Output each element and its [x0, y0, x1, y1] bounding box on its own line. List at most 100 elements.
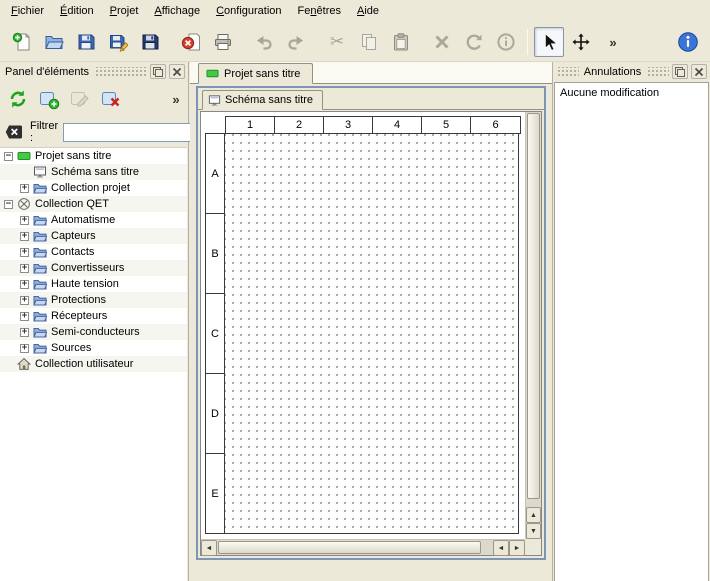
tree-expander-minus[interactable]: − [4, 200, 13, 209]
tab-diagram[interactable]: Schéma sans titre [202, 90, 323, 110]
tree-expander-plus[interactable]: + [20, 264, 29, 273]
close-icon [693, 66, 705, 78]
tree-item-label: Protections [51, 294, 106, 306]
tree-expander-plus[interactable]: + [20, 232, 29, 241]
tree-item[interactable]: +Convertisseurs [0, 260, 187, 276]
tree-item[interactable]: +Contacts [0, 244, 187, 260]
float-icon [152, 66, 164, 78]
menu-item-configuration[interactable]: Configuration [208, 2, 289, 21]
new-element-icon [38, 88, 60, 110]
close-button[interactable] [691, 64, 707, 79]
tree-item[interactable]: +Capteurs [0, 228, 187, 244]
tree-expander-minus[interactable]: − [4, 152, 13, 161]
diagram-grid[interactable] [224, 133, 519, 534]
delete-element-button[interactable] [97, 85, 125, 113]
folder-icon [33, 261, 47, 275]
tree-expander-plus[interactable]: + [20, 184, 29, 193]
scroll-left-button-2[interactable]: ◄ [493, 540, 509, 556]
diagram-view[interactable]: 123456 ABCDE ▲ ▼ ◄ ◄ ► [200, 111, 542, 556]
undo-dock-titlebar[interactable]: Annulations [553, 62, 710, 81]
column-label: 5 [422, 117, 471, 133]
menu-item-aide[interactable]: Aide [349, 2, 387, 21]
edit-element-icon [69, 88, 91, 110]
float-button[interactable] [150, 64, 166, 79]
tree-item[interactable]: + Sources [0, 340, 187, 356]
panel-extension-button[interactable]: » [168, 85, 184, 113]
menu-item-fenetres[interactable]: Fenêtres [290, 2, 349, 21]
tree-item[interactable]: +Semi-conducteurs [0, 324, 187, 340]
vertical-scrollbar[interactable]: ▲ ▼ [525, 112, 541, 539]
column-label: 1 [226, 117, 275, 133]
tree-item[interactable]: Schéma sans titre [0, 164, 187, 180]
tab-diagram-label: Schéma sans titre [225, 94, 313, 106]
menu-item-edition[interactable]: Édition [52, 2, 102, 21]
diagram-window: Schéma sans titre 123456 ABCDE ▲ ▼ ◄ ◄ ► [196, 86, 546, 560]
pan-mode-button[interactable] [566, 27, 596, 57]
undo-button[interactable] [249, 27, 279, 57]
tree-item[interactable]: −Projet sans titre [0, 148, 187, 164]
redo-button[interactable] [281, 27, 311, 57]
reload-collections-button[interactable] [4, 85, 32, 113]
tree-expander-plus[interactable]: + [20, 216, 29, 225]
tree-expander-plus[interactable]: + [20, 344, 29, 353]
tree-item[interactable]: Collection utilisateur [0, 356, 187, 372]
scroll-left-button[interactable]: ◄ [201, 540, 217, 556]
tree-item[interactable]: − Collection QET [0, 196, 187, 212]
close-file-button[interactable] [176, 27, 206, 57]
paste-button[interactable] [386, 27, 416, 57]
close-button[interactable] [169, 64, 185, 79]
horizontal-scrollbar[interactable]: ◄ ◄ ► [201, 539, 525, 555]
tree-expander-plus[interactable]: + [20, 296, 29, 305]
delete-button[interactable] [427, 27, 457, 57]
menu-item-projet[interactable]: Projet [102, 2, 147, 21]
clear-filter-button[interactable] [5, 122, 25, 142]
new-element-button[interactable] [35, 85, 63, 113]
folder-icon [33, 213, 47, 227]
save-all-button[interactable] [135, 27, 165, 57]
tree-item[interactable]: +Automatisme [0, 212, 187, 228]
rotate-button[interactable] [459, 27, 489, 57]
vertical-scroll-thumb[interactable] [527, 113, 540, 499]
copy-button[interactable] [354, 27, 384, 57]
scroll-up-button[interactable]: ▲ [526, 507, 541, 523]
dock-handle-dots [94, 67, 147, 77]
horizontal-scroll-thumb[interactable] [218, 541, 481, 554]
save-button[interactable] [71, 27, 101, 57]
open-file-button[interactable] [39, 27, 69, 57]
tree-item[interactable]: + Protections [0, 292, 187, 308]
right-arrow-icon: ► [514, 545, 521, 552]
tree-item[interactable]: + Collection projet [0, 180, 187, 196]
elements-panel-titlebar[interactable]: Panel d'éléments [0, 62, 188, 81]
float-button[interactable] [672, 64, 688, 79]
tree-expander-plus[interactable]: + [20, 248, 29, 257]
menu-item-affichage[interactable]: Affichage [146, 2, 208, 21]
about-qet-button[interactable] [673, 27, 703, 57]
scroll-right-button[interactable]: ► [509, 540, 525, 556]
print-button[interactable] [208, 27, 238, 57]
menu-item-fichier[interactable]: Fichier [3, 2, 52, 21]
tree-expander-plus[interactable]: + [20, 280, 29, 289]
home-icon [17, 357, 31, 371]
tree-item-label: Sources [51, 342, 91, 354]
column-label: 2 [275, 117, 324, 133]
tree-item-label: Collection QET [35, 198, 109, 210]
select-mode-button[interactable] [534, 27, 564, 57]
element-tree: −Projet sans titreSchéma sans titre + Coll… [0, 147, 187, 581]
undo-root-item[interactable]: Aucune modification [555, 83, 708, 103]
tree-expander-plus[interactable]: + [20, 328, 29, 337]
save-as-button[interactable] [103, 27, 133, 57]
scroll-down-button[interactable]: ▼ [526, 523, 541, 539]
edit-element-button[interactable] [66, 85, 94, 113]
diagram-info-button[interactable] [491, 27, 521, 57]
row-label: A [206, 134, 224, 214]
tree-expander-plus[interactable]: + [20, 312, 29, 321]
tab-project[interactable]: Projet sans titre [198, 63, 313, 84]
up-arrow-icon: ▲ [530, 512, 537, 519]
tree-item-label: Collection projet [51, 182, 130, 194]
down-arrow-icon: ▼ [530, 528, 537, 535]
tree-item[interactable]: +Haute tension [0, 276, 187, 292]
new-file-button[interactable] [7, 27, 37, 57]
cut-button[interactable]: ✂ [322, 27, 352, 57]
tree-item[interactable]: +Récepteurs [0, 308, 187, 324]
toolbar-extension-button[interactable]: » [598, 27, 628, 57]
